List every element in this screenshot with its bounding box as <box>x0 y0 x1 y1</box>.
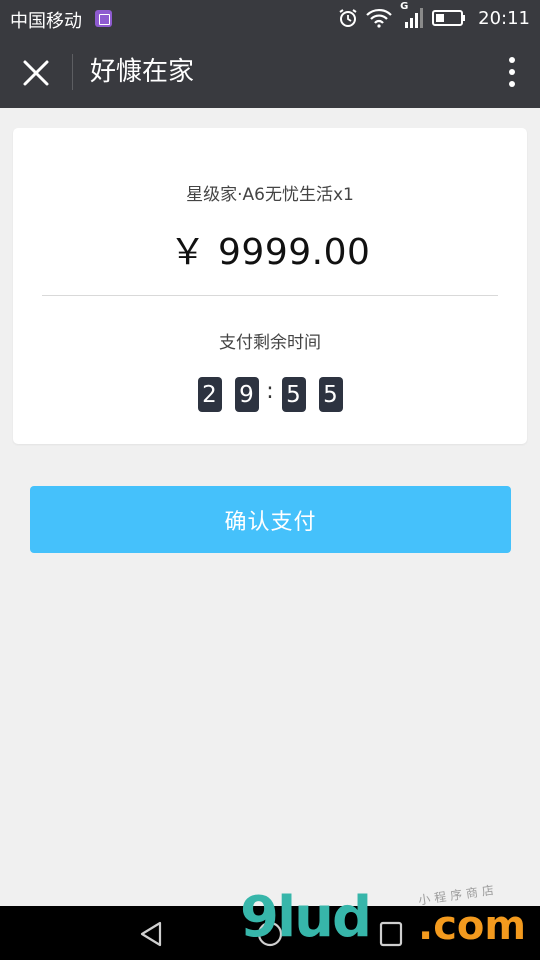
status-bar: 中国移动 G 20:11 <box>0 0 540 36</box>
system-nav-bar <box>0 906 540 960</box>
wifi-icon <box>366 8 392 28</box>
home-icon[interactable] <box>256 920 284 948</box>
countdown-digit: 9 <box>234 377 259 412</box>
countdown-digit: 5 <box>281 377 306 412</box>
recent-apps-icon[interactable] <box>378 920 404 948</box>
status-time: 20:11 <box>478 7 530 29</box>
close-icon[interactable] <box>18 56 54 90</box>
confirm-payment-button[interactable]: 确认支付 <box>30 486 511 553</box>
order-card: 星级家·A6无忧生活x1 ￥ 9999.00 支付剩余时间 2 9 : 5 5 <box>13 128 527 444</box>
alarm-icon <box>339 9 357 27</box>
more-icon[interactable] <box>502 54 522 90</box>
countdown-digit: 5 <box>318 377 343 412</box>
battery-icon <box>432 10 466 26</box>
order-price: ￥ 9999.00 <box>169 232 371 273</box>
product-name: 星级家·A6无忧生活x1 <box>186 185 354 205</box>
signal-icon: G <box>400 1 424 29</box>
nav-divider <box>72 54 73 90</box>
status-icons: G 20:11 <box>338 1 530 31</box>
watermark-tagline: 小程序商店 <box>417 882 499 908</box>
countdown-label: 支付剩余时间 <box>219 333 321 353</box>
back-icon[interactable] <box>138 920 164 948</box>
countdown-digit: 2 <box>197 377 222 412</box>
carrier-name: 中国移动 <box>10 11 82 32</box>
card-divider <box>42 295 498 296</box>
countdown-timer: 2 9 : 5 5 <box>13 377 527 412</box>
page-title: 好慷在家 <box>90 57 195 87</box>
countdown-separator: : <box>266 379 274 404</box>
gallery-icon <box>95 10 112 27</box>
nav-bar: 好慷在家 <box>0 36 540 108</box>
